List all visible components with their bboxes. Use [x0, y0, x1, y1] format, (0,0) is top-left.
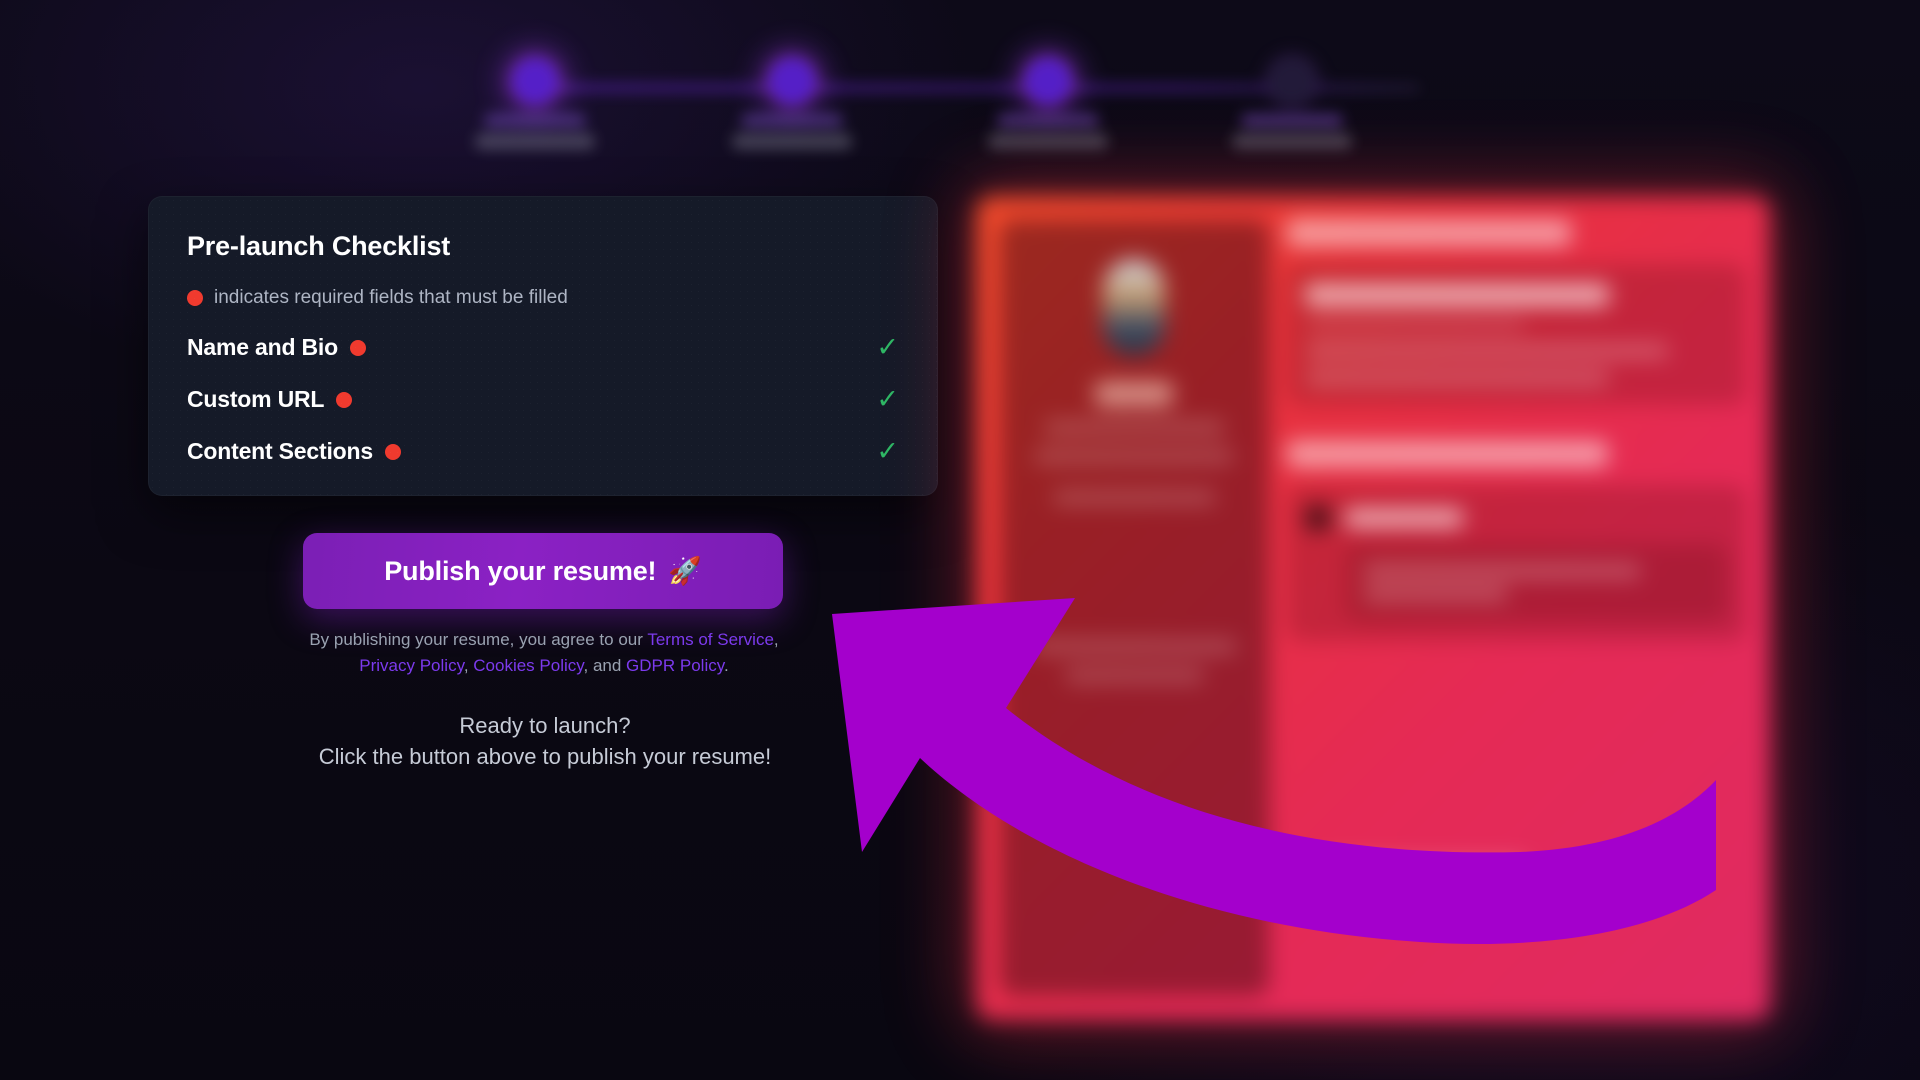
preview-name-placeholder	[1095, 382, 1174, 406]
stepper-label-text: blurred-step-label	[792, 149, 793, 150]
legal-disclaimer: By publishing your resume, you agree to …	[280, 627, 808, 679]
terms-of-service-link[interactable]: Terms of Service	[647, 630, 774, 649]
gdpr-policy-link[interactable]: GDPR Policy	[626, 656, 724, 675]
checklist-row-left: Custom URL	[187, 386, 353, 413]
preview-experience-card	[1286, 264, 1746, 405]
publish-button-label: Publish your resume!	[384, 555, 657, 586]
checklist-row[interactable]: Content Sections ✓	[187, 438, 899, 465]
publish-step-screen: blurred-step-label blurred-step-label bl…	[0, 0, 1920, 1080]
preview-text-placeholder	[1304, 371, 1610, 385]
privacy-policy-link[interactable]: Privacy Policy	[359, 656, 464, 675]
stepper-dot-icon	[1025, 58, 1071, 104]
preview-timeline-entry	[1304, 505, 1728, 531]
progress-stepper: blurred-step-label blurred-step-label bl…	[470, 28, 1480, 158]
legal-sep: ,	[773, 630, 779, 649]
ready-to-launch-prompt: Ready to launch? Click the button above …	[250, 710, 840, 772]
stepper-step-1[interactable]: blurred-step-label	[470, 58, 600, 149]
checklist-row-left: Name and Bio	[187, 334, 366, 361]
check-icon: ✓	[876, 384, 899, 414]
checklist-row[interactable]: Name and Bio ✓	[187, 334, 899, 361]
required-legend-label: indicates required fields that must be f…	[214, 287, 568, 308]
preview-year	[1344, 509, 1464, 527]
ready-subline: Click the button above to publish your r…	[318, 744, 772, 769]
checklist-row-left: Content Sections	[187, 438, 401, 465]
preview-job-title	[1304, 284, 1610, 306]
preview-sidebar	[1000, 220, 1269, 996]
check-icon: ✓	[876, 332, 899, 362]
stepper-label-text: blurred-step-label	[1048, 149, 1049, 150]
preview-job-meta	[1304, 319, 1525, 331]
checklist-row[interactable]: Custom URL ✓	[187, 386, 899, 413]
cookies-policy-link[interactable]: Cookies Policy	[473, 656, 583, 675]
required-dot-icon	[349, 339, 366, 356]
stepper-step-index	[741, 114, 843, 127]
preview-text-placeholder	[1043, 420, 1225, 435]
preview-text-placeholder	[1316, 859, 1528, 873]
rocket-icon: 🚀	[668, 556, 702, 586]
stepper-step-index	[997, 114, 1099, 127]
ready-headline: Ready to launch?	[459, 713, 631, 738]
stepper-dot-icon	[769, 58, 815, 104]
legal-sep: ,	[463, 656, 474, 675]
stepper-step-label	[988, 134, 1108, 149]
preview-text-placeholder	[1034, 449, 1235, 464]
legal-prefix: By publishing your resume, you agree to …	[309, 630, 648, 649]
checklist-item-label: Content Sections	[187, 438, 373, 464]
preview-education-card	[1286, 485, 1746, 641]
preview-text-placeholder	[1052, 490, 1216, 505]
stepper-step-4[interactable]: blurred-step-label	[1227, 58, 1357, 149]
legal-suffix: .	[723, 656, 729, 675]
required-dot-icon	[187, 290, 203, 306]
stepper-step-3[interactable]: blurred-step-label	[983, 58, 1113, 149]
stepper-step-label	[1232, 134, 1352, 149]
stepper-label-text: blurred-step-label	[1292, 149, 1293, 150]
page-title: Pre-launch Checklist	[187, 231, 451, 261]
stepper-label-text: blurred-step-label	[535, 149, 536, 150]
resume-preview-panel[interactable]	[968, 188, 1778, 1028]
checklist-item-label: Custom URL	[187, 386, 325, 412]
required-dot-icon	[336, 391, 353, 408]
stepper-step-index	[484, 114, 586, 127]
preview-section-heading	[1286, 220, 1572, 246]
preview-degree-card	[1344, 544, 1728, 621]
preview-text-placeholder	[1031, 639, 1237, 654]
preview-text-placeholder	[1362, 564, 1641, 578]
stepper-dot-icon	[512, 58, 558, 104]
preview-text-placeholder	[1304, 344, 1669, 358]
stepper-step-label	[475, 134, 595, 149]
preview-content	[1286, 220, 1746, 996]
timeline-dot-icon	[1304, 505, 1331, 531]
resume-preview-canvas	[976, 196, 1770, 1020]
avatar	[1103, 260, 1166, 356]
stepper-step-index	[1241, 114, 1343, 127]
checklist-item-label: Name and Bio	[187, 334, 338, 360]
stepper-step-label	[732, 134, 852, 149]
preview-section-heading	[1286, 441, 1609, 467]
preview-text-placeholder	[1064, 668, 1205, 683]
stepper-dot-icon	[1269, 58, 1315, 104]
stepper-step-2[interactable]: blurred-step-label	[727, 58, 857, 149]
pre-launch-checklist-card: Pre-launch Checklist indicates required …	[148, 196, 938, 496]
publish-resume-button[interactable]: Publish your resume! 🚀	[303, 533, 783, 609]
preview-text-placeholder	[1362, 587, 1509, 601]
required-legend: indicates required fields that must be f…	[187, 287, 899, 309]
legal-sep: , and	[583, 656, 627, 675]
check-icon: ✓	[876, 436, 899, 466]
required-dot-icon	[384, 443, 401, 460]
